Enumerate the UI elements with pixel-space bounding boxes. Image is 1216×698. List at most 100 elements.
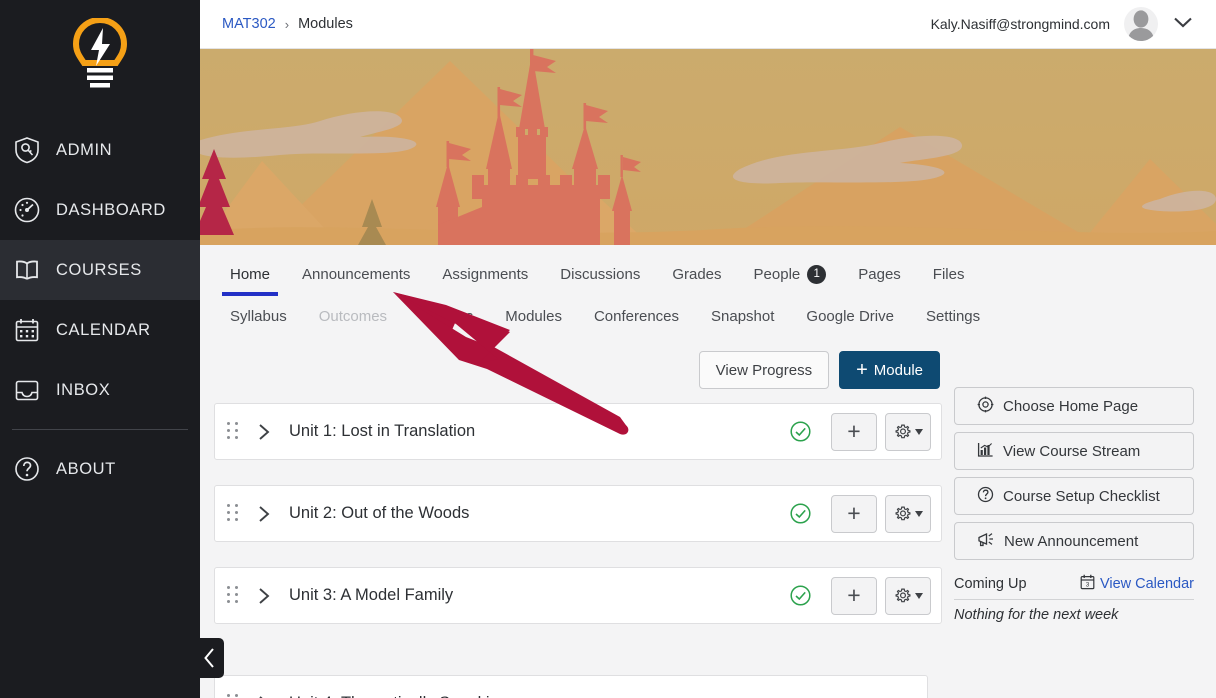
chevron-right-icon[interactable] <box>257 504 271 524</box>
sidebar-item-courses[interactable]: COURSES <box>0 240 200 300</box>
drag-handle-icon[interactable] <box>227 503 241 524</box>
breadcrumb-separator: › <box>284 16 290 32</box>
tab-label: Settings <box>925 307 981 325</box>
gear-icon <box>895 588 910 602</box>
collapse-sidebar-button[interactable] <box>195 638 224 678</box>
tab-modules[interactable]: Modules <box>489 297 578 335</box>
tab-discussions[interactable]: Discussions <box>544 255 656 293</box>
tab-settings[interactable]: Settings <box>910 297 996 335</box>
modules-list: Unit 1: Lost in Translation + Unit 2: Ou… <box>214 403 942 624</box>
sidebar-item-label: INBOX <box>56 380 111 399</box>
view-progress-button[interactable]: View Progress <box>698 351 830 389</box>
table-row[interactable]: Unit 4: Theoretically Speaking <box>214 675 928 698</box>
sidebar-item-label: COURSES <box>56 260 142 279</box>
view-calendar-link[interactable]: 3 View Calendar <box>1080 574 1194 594</box>
module-row-actions: + <box>790 412 931 451</box>
add-item-button[interactable]: + <box>831 412 877 451</box>
table-row[interactable]: Unit 3: A Model Family + <box>214 567 942 624</box>
sidebar-item-about[interactable]: ABOUT <box>0 439 200 499</box>
tab-label: Discussions <box>560 265 641 283</box>
sidebar-item-label: DASHBOARD <box>56 200 166 219</box>
drag-handle-icon[interactable] <box>227 585 241 606</box>
drag-handle-icon[interactable] <box>227 421 241 442</box>
sidebar-item-label: CALENDAR <box>56 320 151 339</box>
sidebar-item-calendar[interactable]: CALENDAR <box>0 300 200 360</box>
tab-people[interactable]: People 1 <box>738 255 843 293</box>
tab-label: Home <box>230 265 271 283</box>
gear-icon <box>895 506 910 520</box>
tab-conferences[interactable]: Conferences <box>578 297 695 335</box>
avatar[interactable] <box>1124 7 1158 41</box>
choose-home-page-button[interactable]: Choose Home Page <box>954 387 1194 425</box>
tab-label: People <box>753 265 801 283</box>
table-row[interactable]: Unit 1: Lost in Translation + <box>214 403 942 460</box>
app-root: ADMIN DASHBOARD COURSES CALENDAR INBOX A… <box>0 0 1216 698</box>
tab-label: Conferences <box>593 307 680 325</box>
course-tabs-row-2: Syllabus Outcomes Quizzes Modules Confer… <box>200 293 1216 335</box>
tab-label: Grades <box>672 265 722 283</box>
tab-announcements[interactable]: Announcements <box>286 255 426 293</box>
tab-google-drive[interactable]: Google Drive <box>790 297 910 335</box>
sidebar-item-dashboard[interactable]: DASHBOARD <box>0 180 200 240</box>
coming-up-empty-text: Nothing for the next week <box>954 607 1119 623</box>
chevron-right-icon[interactable] <box>257 422 271 442</box>
published-check-icon[interactable] <box>790 503 811 524</box>
rail-button-label: Choose Home Page <box>1003 397 1139 415</box>
caret-down-icon <box>914 592 923 599</box>
chevron-right-icon[interactable] <box>257 694 271 698</box>
question-circle-icon <box>12 454 42 484</box>
global-nav-list: ADMIN DASHBOARD COURSES CALENDAR INBOX A… <box>0 112 200 499</box>
tab-label: Modules <box>505 307 562 325</box>
add-module-button[interactable]: + Module <box>839 351 940 389</box>
module-settings-button[interactable] <box>885 412 931 451</box>
people-count-badge: 1 <box>807 264 827 284</box>
module-settings-button[interactable] <box>885 494 931 533</box>
tab-label: Pages <box>858 265 901 283</box>
app-logo[interactable] <box>0 0 200 112</box>
published-check-icon[interactable] <box>790 585 811 606</box>
new-announcement-button[interactable]: New Announcement <box>954 522 1194 560</box>
breadcrumb-course-link[interactable]: MAT302 <box>222 16 276 32</box>
tab-assignments[interactable]: Assignments <box>426 255 544 293</box>
course-tabs-region: Home Announcements Assignments Discussio… <box>200 245 1216 335</box>
chevron-right-icon[interactable] <box>257 586 271 606</box>
table-row[interactable]: Unit 2: Out of the Woods + <box>214 485 942 542</box>
module-settings-button[interactable] <box>885 576 931 615</box>
sidebar-item-admin[interactable]: ADMIN <box>0 120 200 180</box>
plus-icon: + <box>856 359 868 381</box>
coming-up-section: Coming Up 3 View Calendar Nothing for th… <box>954 574 1194 623</box>
tab-quizzes[interactable]: Quizzes <box>403 297 489 335</box>
tab-label: Quizzes <box>419 307 474 325</box>
coming-up-header: Coming Up 3 View Calendar <box>954 574 1194 600</box>
rail-button-label: View Course Stream <box>1003 442 1141 460</box>
published-check-icon[interactable] <box>790 421 811 442</box>
sidebar-item-label: ADMIN <box>56 140 113 159</box>
add-item-button[interactable]: + <box>831 576 877 615</box>
tab-snapshot[interactable]: Snapshot <box>695 297 790 335</box>
calendar-icon: 3 <box>1080 574 1095 594</box>
sidebar-item-inbox[interactable]: INBOX <box>0 360 200 420</box>
user-email-label: Kaly.Nasiff@strongmind.com <box>930 16 1110 32</box>
book-icon <box>12 255 42 285</box>
tab-home[interactable]: Home <box>214 255 286 296</box>
modules-toolbar: View Progress + Module <box>214 351 942 389</box>
module-title: Unit 3: A Model Family <box>289 586 454 604</box>
gauge-icon <box>12 195 42 225</box>
add-item-button[interactable]: + <box>831 494 877 533</box>
course-setup-checklist-button[interactable]: Course Setup Checklist <box>954 477 1194 515</box>
user-menu-chevron-down-icon[interactable] <box>1172 15 1194 34</box>
tab-pages[interactable]: Pages <box>842 255 917 293</box>
sidebar-item-label: ABOUT <box>56 459 116 478</box>
view-course-stream-button[interactable]: View Course Stream <box>954 432 1194 470</box>
tab-grades[interactable]: Grades <box>656 255 737 293</box>
breadcrumb: MAT302 › Modules <box>222 16 353 32</box>
drag-handle-icon[interactable] <box>227 693 241 698</box>
global-navigation-sidebar: ADMIN DASHBOARD COURSES CALENDAR INBOX A… <box>0 0 200 698</box>
sidebar-divider <box>12 429 188 430</box>
question-circle-icon <box>977 486 994 507</box>
tab-syllabus[interactable]: Syllabus <box>214 297 303 335</box>
tab-files[interactable]: Files <box>917 255 981 293</box>
page-body: View Progress + Module Unit 1: Lost in T… <box>200 335 1216 698</box>
module-title: Unit 2: Out of the Woods <box>289 504 470 522</box>
course-home-sidebar: Choose Home Page View Course Stream Cour… <box>954 351 1204 698</box>
